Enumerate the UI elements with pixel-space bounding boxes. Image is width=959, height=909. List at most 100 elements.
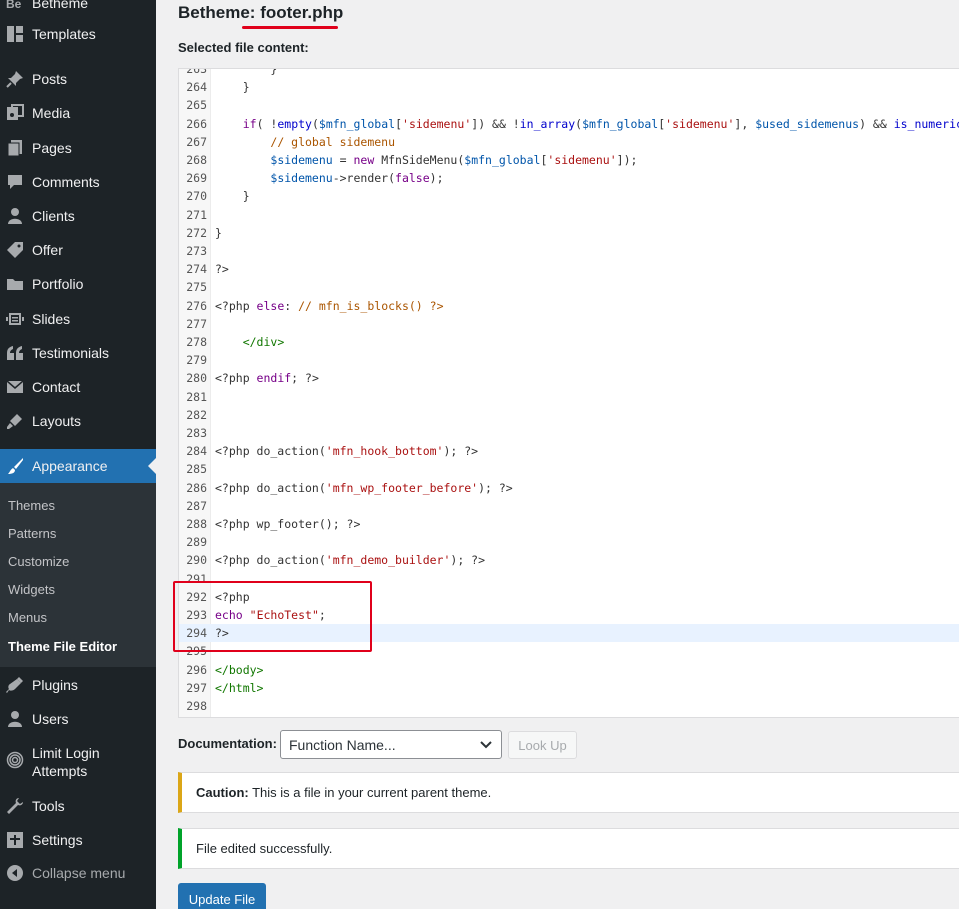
success-text: File edited successfully. (196, 841, 333, 856)
code-line: 273 (179, 242, 959, 260)
menu-item-settings[interactable]: Settings (0, 823, 156, 857)
line-number: 295 (186, 644, 207, 659)
menu-label: Attempts (32, 763, 88, 779)
menu-item-testimonials[interactable]: Testimonials (0, 336, 156, 370)
caution-notice: Caution: This is a file in your current … (178, 772, 959, 813)
slides-icon (5, 309, 25, 329)
code-line: 278 </div> (179, 333, 959, 351)
menu-label: Users (32, 711, 69, 727)
line-number: 277 (186, 316, 207, 331)
line-number: 288 (186, 517, 207, 531)
menu-label: Tools (32, 798, 65, 814)
function-name-select[interactable]: Function Name... (280, 730, 502, 759)
menu-item-comments[interactable]: Comments (0, 165, 156, 199)
line-number: 268 (186, 153, 207, 167)
code-text: } (215, 225, 222, 240)
line-number: 282 (186, 407, 207, 422)
code-line: 284 <?php do_action('mfn_hook_bottom'); ?… (179, 442, 959, 460)
code-text: ?> (215, 626, 229, 641)
submenu-item-widgets[interactable]: Widgets (8, 582, 55, 597)
menu-item-portfolio[interactable]: Portfolio (0, 267, 156, 301)
code-text: // global sidemenu (270, 134, 396, 149)
code-line: 271 (179, 206, 959, 224)
submenu-item-theme-file-editor[interactable]: Theme File Editor (8, 639, 117, 654)
submenu-item-menus[interactable]: Menus (8, 610, 47, 625)
title-filename: footer.php (260, 3, 344, 22)
brush-icon (5, 411, 25, 431)
code-line: 279 (179, 351, 959, 369)
media-icon (5, 103, 25, 123)
betheme-icon: Be (5, 0, 25, 13)
code-text: <?php else: // mfn_is_blocks() ?> (215, 298, 444, 313)
code-line: 276 <?php else: // mfn_is_blocks() ?> (179, 297, 959, 315)
submenu-item-themes[interactable]: Themes (8, 498, 55, 513)
submenu-item-patterns[interactable]: Patterns (8, 526, 56, 541)
menu-item-offer[interactable]: Offer (0, 233, 156, 267)
code-line: 293 echo "EchoTest"; (179, 606, 959, 624)
collapse-menu-button[interactable]: Collapse menu (0, 856, 156, 890)
submenu-item-customize[interactable]: Customize (8, 554, 69, 569)
menu-item-pages[interactable]: Pages (0, 131, 156, 165)
code-line: 286 <?php do_action('mfn_wp_footer_before… (179, 479, 959, 497)
line-number: 290 (186, 553, 207, 568)
pin-icon (5, 69, 25, 89)
menu-item-clients[interactable]: Clients (0, 199, 156, 233)
update-file-button[interactable]: Update File (178, 883, 266, 909)
menu-label: Offer (32, 242, 63, 258)
chevron-down-icon (479, 738, 493, 755)
code-line: 292 <?php (179, 588, 959, 606)
line-number: 293 (186, 608, 207, 622)
selected-file-label: Selected file content: (178, 40, 309, 55)
code-text: $sidemenu = new MfnSideMenu($mfn_global[… (270, 153, 638, 167)
look-up-button[interactable]: Look Up (508, 731, 577, 759)
menu-item-plugins[interactable]: Plugins (0, 668, 156, 702)
fingerprint-icon (5, 750, 25, 770)
line-number: 297 (186, 680, 207, 695)
wrench-icon (5, 796, 25, 816)
menu-label: Limit Login (32, 745, 100, 761)
line-number: 286 (186, 480, 207, 495)
menu-item-limit-login-attempts[interactable]: Limit Login Attempts (0, 744, 156, 780)
line-number: 292 (186, 589, 207, 604)
menu-item-media[interactable]: Media (0, 96, 156, 130)
menu-item-users[interactable]: Users (0, 702, 156, 736)
pages-icon (5, 138, 25, 158)
code-text: $sidemenu->render(false); (270, 171, 444, 186)
menu-item-appearance[interactable]: Appearance (0, 449, 156, 483)
users-icon (5, 709, 25, 729)
menu-label: Pages (32, 140, 72, 156)
menu-item-posts[interactable]: Posts (0, 62, 156, 96)
menu-label: Appearance (32, 458, 108, 474)
code-line: 275 (179, 278, 959, 296)
menu-label: Posts (32, 71, 68, 87)
code-line: 285 (179, 460, 959, 478)
menu-item-layouts[interactable]: Layouts (0, 404, 156, 438)
code-line: 297 </html> (179, 679, 959, 697)
menu-label: Comments (32, 174, 100, 190)
comment-icon (5, 172, 25, 192)
menu-item-slides[interactable]: Slides (0, 302, 156, 336)
code-line: 277 (179, 315, 959, 333)
templates-icon (5, 24, 25, 44)
code-text: <?php do_action('mfn_demo_builder'); ?> (215, 553, 486, 568)
code-editor[interactable]: 263 } 264 } 265 266 if( !empty($mfn_global[… (178, 68, 959, 718)
code-line: 291 (179, 570, 959, 588)
menu-item-tools[interactable]: Tools (0, 789, 156, 823)
code-text: echo "EchoTest"; (215, 608, 326, 622)
code-text: } (215, 189, 250, 204)
code-line: 274 ?> (179, 260, 959, 278)
code-text: <?php wp_footer(); ?> (215, 517, 361, 531)
line-number: 273 (186, 244, 207, 258)
menu-item-contact[interactable]: Contact (0, 370, 156, 404)
line-number: 298 (186, 699, 207, 713)
line-number: 283 (186, 426, 207, 440)
caution-text: This is a file in your current parent th… (248, 785, 492, 800)
appearance-submenu: Themes Patterns Customize Widgets Menus … (0, 483, 156, 667)
menu-label: Slides (32, 311, 71, 327)
code-line: 270 } (179, 187, 959, 205)
line-number: 278 (186, 335, 207, 349)
code-line: 263 } (179, 68, 959, 78)
code-text: ?> (215, 262, 229, 277)
menu-item-templates[interactable]: Templates (0, 17, 156, 51)
code-text: } (215, 68, 278, 76)
